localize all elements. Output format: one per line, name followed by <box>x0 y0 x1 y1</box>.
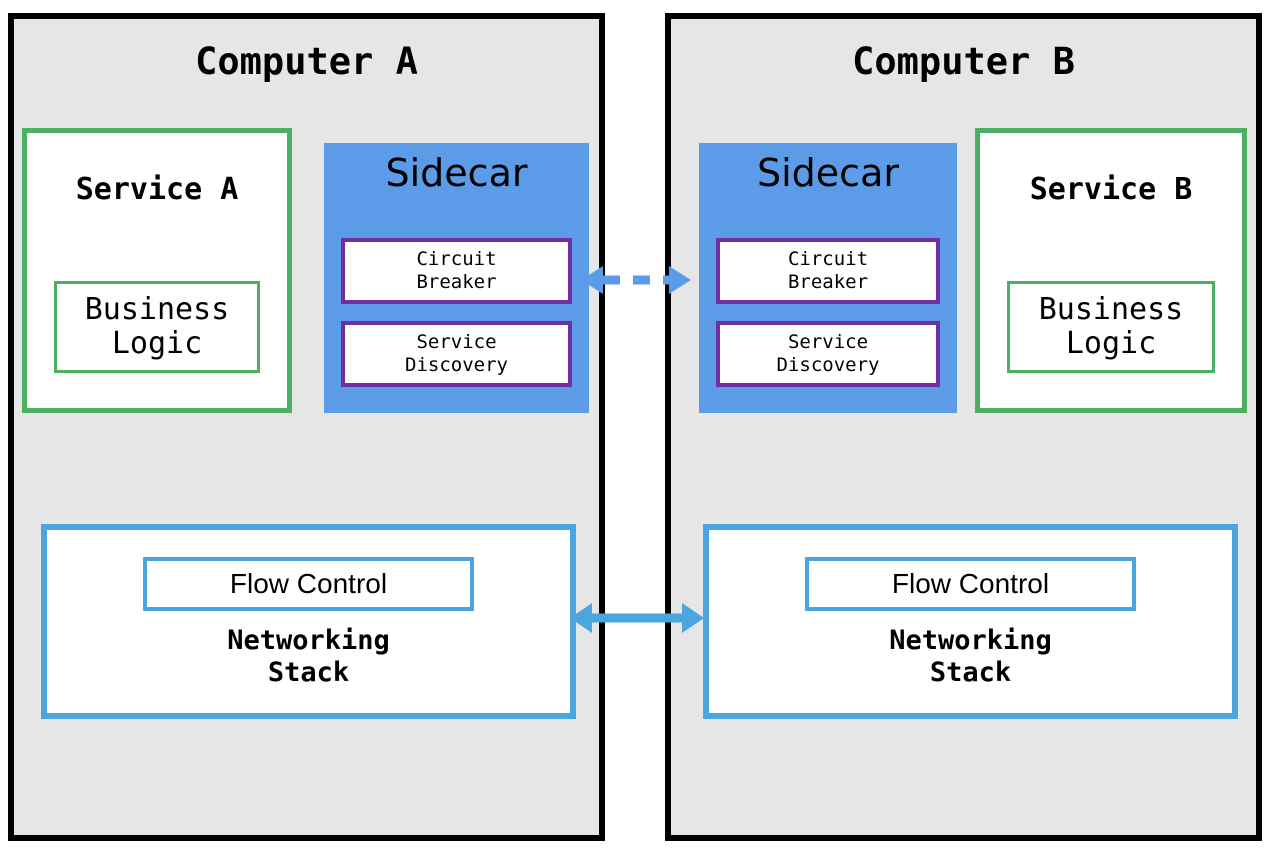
service-a-box: Service A Business Logic <box>22 128 292 413</box>
service-a-title: Service A <box>75 172 239 207</box>
sidecar-a-service-discovery: Service Discovery <box>341 321 572 387</box>
sidecar-link-arrow <box>581 258 691 302</box>
computer-a-title: Computer A <box>195 40 418 83</box>
networking-stack-a-label: Networking Stack <box>227 625 390 689</box>
networking-stack-a-box: Flow Control Networking Stack <box>41 524 576 719</box>
sidecar-link-arrow-icon <box>581 266 691 294</box>
sidecar-a-title: Sidecar <box>385 151 528 195</box>
diagram-canvas: Computer A Service A Business Logic Side… <box>0 0 1270 854</box>
sidecar-b-box: Sidecar Circuit Breaker Service Discover… <box>699 143 957 413</box>
sidecar-b-service-discovery: Service Discovery <box>716 321 940 387</box>
flow-control-a: Flow Control <box>143 557 474 611</box>
service-a-business-logic: Business Logic <box>54 281 260 373</box>
sidecar-b-title: Sidecar <box>757 151 899 195</box>
computer-b-title: Computer B <box>852 40 1075 83</box>
service-b-title: Service B <box>1029 172 1193 207</box>
sidecar-a-circuit-breaker: Circuit Breaker <box>341 238 572 304</box>
sidecar-a-box: Sidecar Circuit Breaker Service Discover… <box>324 143 589 413</box>
networking-stack-b-box: Flow Control Networking Stack <box>703 524 1238 719</box>
network-link-arrow-icon <box>570 603 704 633</box>
network-link-arrow <box>570 596 704 640</box>
networking-stack-b-label: Networking Stack <box>889 625 1052 689</box>
flow-control-b: Flow Control <box>805 557 1136 611</box>
sidecar-b-circuit-breaker: Circuit Breaker <box>716 238 940 304</box>
service-b-business-logic: Business Logic <box>1007 281 1215 373</box>
service-b-box: Service B Business Logic <box>975 128 1247 413</box>
